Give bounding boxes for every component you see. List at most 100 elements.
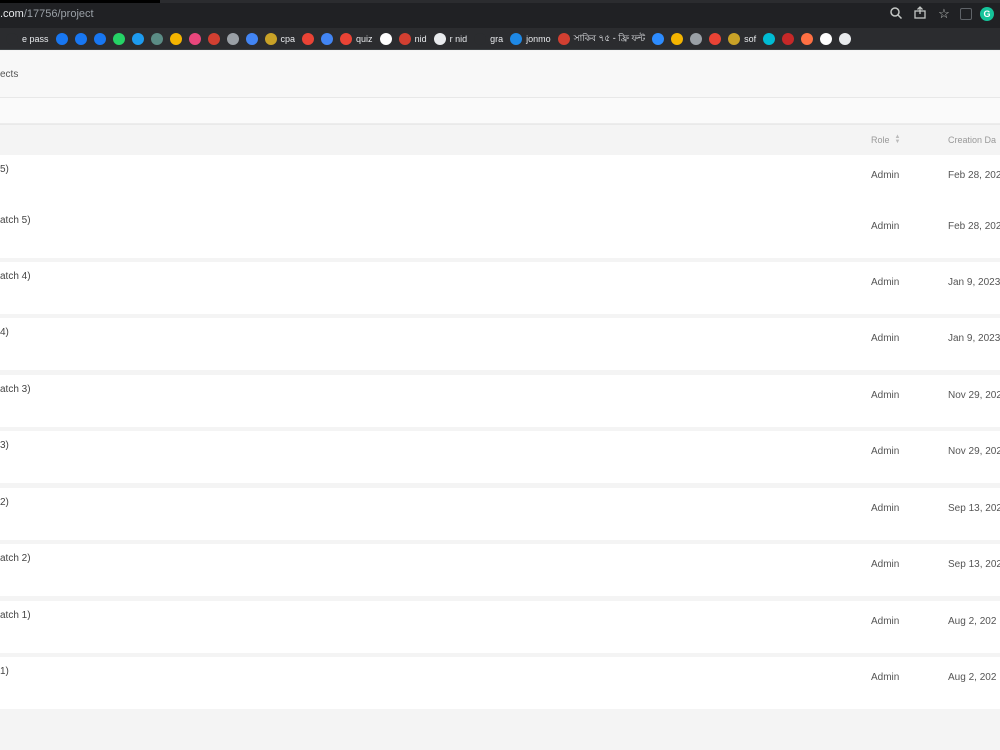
bookmark-item[interactable]: gra <box>474 32 503 45</box>
creation-date-cell: Aug 2, 202 <box>948 672 997 683</box>
sort-icon[interactable]: ▲ ▼ <box>895 134 901 145</box>
project-name-cell[interactable]: 1) <box>0 666 9 677</box>
column-header-role[interactable]: Role ▲ ▼ <box>871 134 901 145</box>
facebook-icon <box>93 32 106 45</box>
bookmark-item[interactable] <box>379 32 392 45</box>
extension-icon[interactable] <box>960 8 972 20</box>
bookmark-item[interactable]: e pass <box>6 32 49 45</box>
zoom-icon[interactable] <box>888 6 904 22</box>
bookmark-item[interactable] <box>150 32 163 45</box>
bookmark-item[interactable] <box>690 32 703 45</box>
project-name-cell[interactable]: 5) <box>0 164 9 175</box>
bookmark-item[interactable]: nid <box>398 32 427 45</box>
bookmark-item[interactable]: সাকিব ৭৫ - ফ্রি ফন্ট <box>557 31 646 46</box>
bookmark-favicon <box>6 32 18 45</box>
role-cell: Admin <box>871 616 900 627</box>
role-cell: Admin <box>871 277 900 288</box>
table-header: Role ▲ ▼ Creation Da <box>0 124 1000 155</box>
bookmark-item[interactable] <box>74 32 87 45</box>
star-icon[interactable]: ☆ <box>936 6 952 22</box>
bookmark-item[interactable] <box>709 32 722 45</box>
bookmark-item[interactable] <box>188 32 201 45</box>
table-row[interactable]: atch 3) Admin Nov 29, 202 <box>0 375 1000 427</box>
table-row[interactable]: atch 2) Admin Sep 13, 202 <box>0 544 1000 596</box>
bookmark-favicon <box>763 32 776 45</box>
bookmark-item[interactable] <box>55 32 68 45</box>
bookmark-item[interactable] <box>820 32 833 45</box>
bookmark-favicon <box>671 32 684 45</box>
table-row[interactable]: 2) Admin Sep 13, 202 <box>0 488 1000 540</box>
bookmark-favicon <box>820 32 833 45</box>
bookmark-item[interactable]: jonmo <box>510 32 551 45</box>
bookmark-label: e pass <box>22 33 49 44</box>
role-cell: Admin <box>871 503 900 514</box>
bookmark-favicon <box>207 32 220 45</box>
bookmark-label: jonmo <box>526 33 551 44</box>
bookmark-favicon <box>557 32 570 45</box>
bookmark-item[interactable]: r nid <box>433 32 468 45</box>
bookmark-item[interactable]: sof <box>728 32 756 45</box>
grammarly-icon[interactable]: G <box>980 7 994 21</box>
bookmark-item[interactable] <box>112 32 125 45</box>
creation-date-cell: Sep 13, 202 <box>948 559 1000 570</box>
bookmark-item[interactable] <box>226 32 239 45</box>
bookmark-item[interactable] <box>839 32 852 45</box>
creation-date-cell: Jan 9, 2023 <box>948 333 1000 344</box>
creation-date-cell: Feb 28, 202 <box>948 170 1000 181</box>
translate-icon <box>245 32 258 45</box>
bookmark-label: nid <box>414 33 427 44</box>
url-field[interactable]: .com/17756/project <box>0 8 94 20</box>
creation-date-cell: Nov 29, 202 <box>948 446 1000 457</box>
bookmark-item[interactable] <box>671 32 684 45</box>
globe-icon <box>839 32 852 45</box>
table-row[interactable]: 4) Admin Jan 9, 2023 <box>0 318 1000 370</box>
bookmark-item[interactable] <box>302 32 315 45</box>
project-name-cell[interactable]: atch 2) <box>0 553 31 564</box>
bookmark-label: r nid <box>449 33 468 44</box>
bookmark-favicon <box>728 32 741 45</box>
project-name-cell[interactable]: atch 1) <box>0 610 31 621</box>
project-name-cell[interactable]: 4) <box>0 327 9 338</box>
bookmark-label: সাকিব ৭৫ - ফ্রি ফন্ট <box>573 33 646 43</box>
table-row[interactable]: 1) Admin Aug 2, 202 <box>0 657 1000 709</box>
role-cell: Admin <box>871 446 900 457</box>
bookmark-item[interactable] <box>207 32 220 45</box>
breadcrumb[interactable]: ects <box>0 69 18 80</box>
bookmark-item[interactable] <box>169 32 182 45</box>
project-name-cell[interactable]: 2) <box>0 497 9 508</box>
tab-strip-background <box>160 0 1000 3</box>
bookmarks-bar: e pass cpa quiz nid r nid gra jonmo সাকিব ৭৫ - … <box>0 28 1000 50</box>
star-bookmark-icon <box>264 32 277 45</box>
globe-icon <box>433 32 446 45</box>
bookmark-item[interactable] <box>782 32 795 45</box>
table-row[interactable]: 5) Admin Feb 28, 202 <box>0 155 1000 207</box>
role-cell: Admin <box>871 559 900 570</box>
bookmark-item[interactable] <box>93 32 106 45</box>
table-row[interactable]: atch 5) Admin Feb 28, 202 <box>0 206 1000 258</box>
bookmark-item[interactable] <box>763 32 776 45</box>
twitter-icon <box>131 32 144 45</box>
project-name-cell[interactable]: 3) <box>0 440 9 451</box>
project-name-cell[interactable]: atch 3) <box>0 384 31 395</box>
table-row[interactable]: 3) Admin Nov 29, 202 <box>0 431 1000 483</box>
project-name-cell[interactable]: atch 5) <box>0 215 31 226</box>
bookmark-favicon <box>398 32 411 45</box>
creation-date-cell: Jan 9, 2023 <box>948 277 1000 288</box>
bookmark-item[interactable] <box>321 32 334 45</box>
bookmark-item[interactable] <box>801 32 814 45</box>
bookmark-item[interactable] <box>652 32 665 45</box>
gmail-icon <box>709 32 722 45</box>
bookmark-label: quiz <box>356 33 373 44</box>
bookmark-item[interactable]: cpa <box>264 32 295 45</box>
bookmark-item[interactable]: quiz <box>340 32 373 45</box>
bookmark-item[interactable] <box>245 32 258 45</box>
table-row[interactable]: atch 1) Admin Aug 2, 202 <box>0 601 1000 653</box>
role-cell: Admin <box>871 221 900 232</box>
share-icon[interactable] <box>912 6 928 22</box>
project-name-cell[interactable]: atch 4) <box>0 271 31 282</box>
column-header-creation-date[interactable]: Creation Da <box>948 135 996 145</box>
table-row[interactable]: atch 4) Admin Jan 9, 2023 <box>0 262 1000 314</box>
bookmark-favicon <box>510 32 523 45</box>
bookmark-item[interactable] <box>131 32 144 45</box>
zoom-app-icon <box>652 32 665 45</box>
